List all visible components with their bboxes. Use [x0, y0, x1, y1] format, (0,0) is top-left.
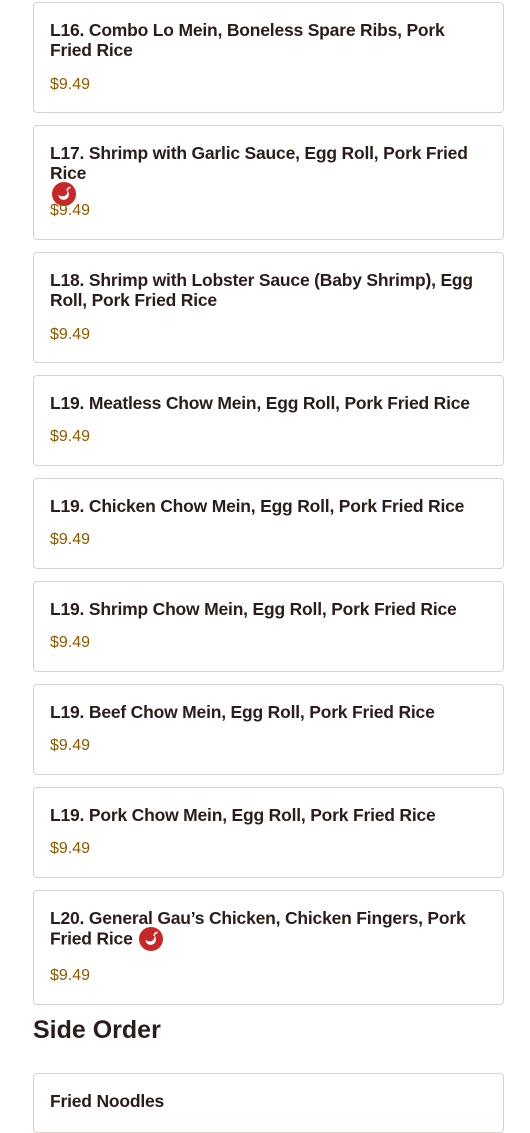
menu-item-name: L16. Combo Lo Mein, Boneless Spare Ribs,…	[50, 20, 445, 60]
menu-item-name: L17. Shrimp with Garlic Sauce, Egg Roll,…	[50, 143, 485, 207]
menu-item-price: $9.49	[50, 840, 91, 857]
menu-item-card[interactable]: Fried Noodles	[33, 1073, 504, 1133]
menu-item-name: L18. Shrimp with Lobster Sauce (Baby Shr…	[50, 270, 473, 310]
menu-item-price: $9.49	[50, 737, 91, 754]
menu-item-card[interactable]: L18. Shrimp with Lobster Sauce (Baby Shr…	[33, 252, 504, 363]
menu-item-card[interactable]: L19. Chicken Chow Mein, Egg Roll, Pork F…	[33, 478, 504, 569]
menu-item-card[interactable]: L20. General Gau’s Chicken, Chicken Fing…	[33, 890, 504, 1005]
menu-item-price: $9.49	[50, 76, 91, 93]
menu-item-name: L19. Beef Chow Mein, Egg Roll, Pork Frie…	[50, 702, 435, 722]
menu-item-name: L20. General Gau’s Chicken, Chicken Fing…	[50, 908, 485, 952]
menu-item-name: L19. Shrimp Chow Mein, Egg Roll, Pork Fr…	[50, 599, 457, 619]
menu-item-card[interactable]: L19. Shrimp Chow Mein, Egg Roll, Pork Fr…	[33, 581, 504, 672]
menu-item-price: $9.49	[50, 967, 91, 984]
menu-item-card[interactable]: L16. Combo Lo Mein, Boneless Spare Ribs,…	[33, 2, 504, 113]
menu-item-card[interactable]: L19. Meatless Chow Mein, Egg Roll, Pork …	[33, 375, 504, 466]
menu-item-name: L19. Chicken Chow Mein, Egg Roll, Pork F…	[50, 496, 465, 516]
menu-item-name: L19. Pork Chow Mein, Egg Roll, Pork Frie…	[50, 805, 436, 825]
menu-item-price: $9.49	[50, 202, 91, 219]
menu-item-price: $9.49	[50, 531, 91, 548]
menu-item-name-text: L20. General Gau’s Chicken, Chicken Fing…	[50, 908, 466, 949]
menu-item-price: $9.49	[50, 634, 91, 651]
menu-item-price: $9.49	[50, 428, 91, 445]
section-title: Side Order	[33, 1016, 161, 1044]
menu-item-card[interactable]: L19. Pork Chow Mein, Egg Roll, Pork Frie…	[33, 787, 504, 878]
menu-item-card[interactable]: L17. Shrimp with Garlic Sauce, Egg Roll,…	[33, 125, 504, 240]
menu-item-name: L19. Meatless Chow Mein, Egg Roll, Pork …	[50, 393, 470, 413]
hot-pepper-icon	[139, 927, 164, 951]
menu-item-card[interactable]: L19. Beef Chow Mein, Egg Roll, Pork Frie…	[33, 684, 504, 775]
menu-item-price: $9.49	[50, 326, 91, 343]
menu-item-name-text: L17. Shrimp with Garlic Sauce, Egg Roll,…	[50, 143, 468, 183]
menu-item-name: Fried Noodles	[50, 1091, 165, 1111]
